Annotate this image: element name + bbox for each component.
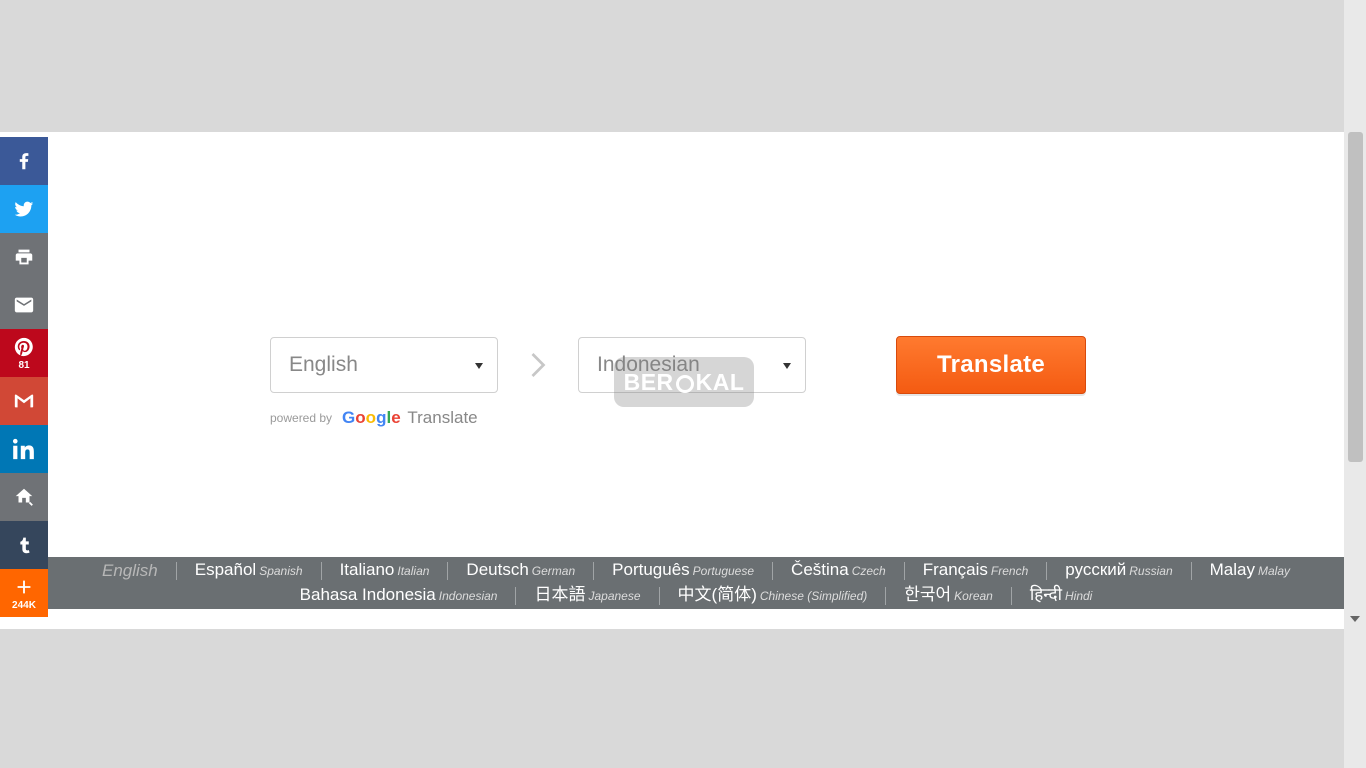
- language-english: Chinese (Simplified): [760, 589, 867, 603]
- scrollbar-thumb[interactable]: [1348, 132, 1363, 462]
- language-english: Indonesian: [439, 589, 498, 603]
- language-english: French: [991, 564, 1028, 578]
- language-english: German: [532, 564, 575, 578]
- scrollbar-down-button[interactable]: [1344, 610, 1366, 628]
- language-english: Portuguese: [693, 564, 754, 578]
- language-native: Français: [923, 560, 988, 579]
- share-linkedin-button[interactable]: [0, 425, 48, 473]
- language-link[interactable]: 한국어Korean: [886, 584, 1011, 607]
- share-tumblr-button[interactable]: [0, 521, 48, 569]
- share-gmail-button[interactable]: [0, 377, 48, 425]
- language-english: Korean: [954, 589, 993, 603]
- translate-button-label: Translate: [937, 351, 1045, 379]
- share-sidebar: 81 244K: [0, 137, 48, 617]
- language-english: Hindi: [1065, 589, 1092, 603]
- linkedin-icon: [13, 438, 35, 460]
- language-link[interactable]: русскийRussian: [1047, 559, 1190, 582]
- language-native: Deutsch: [466, 560, 528, 579]
- language-link[interactable]: 日本語Japanese: [516, 584, 658, 607]
- language-english: Russian: [1129, 564, 1172, 578]
- language-english: Czech: [852, 564, 886, 578]
- language-native: Português: [612, 560, 690, 579]
- language-native: Malay: [1210, 560, 1255, 579]
- language-link[interactable]: Bahasa IndonesiaIndonesian: [282, 584, 516, 607]
- house-click-icon: [13, 486, 35, 508]
- plus-icon: [13, 576, 35, 598]
- direction-arrow-icon: [518, 337, 558, 393]
- language-native: Čeština: [791, 560, 849, 579]
- language-native: English: [102, 561, 158, 580]
- share-pinterest-button[interactable]: 81: [0, 329, 48, 377]
- language-native: Español: [195, 560, 256, 579]
- language-native: Bahasa Indonesia: [300, 585, 436, 604]
- share-email-button[interactable]: [0, 281, 48, 329]
- gmail-icon: [13, 390, 35, 412]
- language-native: हिन्दी: [1030, 585, 1062, 604]
- print-icon: [13, 246, 35, 268]
- google-translate-logo: Google Translate: [342, 408, 478, 428]
- language-english: Spanish: [259, 564, 302, 578]
- language-footer: EnglishEspañolSpanishItalianoItalianDeut…: [48, 557, 1344, 609]
- share-total-count: 244K: [12, 600, 36, 611]
- language-link[interactable]: MalayMalay: [1192, 559, 1308, 582]
- vertical-scrollbar[interactable]: [1344, 0, 1366, 768]
- share-twitter-button[interactable]: [0, 185, 48, 233]
- language-link: English: [84, 560, 176, 582]
- pinterest-icon: [13, 336, 35, 358]
- facebook-icon: [13, 150, 35, 172]
- share-facebook-button[interactable]: [0, 137, 48, 185]
- twitter-icon: [13, 198, 35, 220]
- target-language-value: Indonesian: [597, 353, 700, 377]
- language-native: Italiano: [340, 560, 395, 579]
- language-link[interactable]: 中文(简体)Chinese (Simplified): [660, 584, 886, 607]
- target-language-select[interactable]: Indonesian: [578, 337, 806, 393]
- email-icon: [13, 294, 35, 316]
- powered-by-label: powered by Google Translate: [270, 408, 1344, 428]
- language-link[interactable]: ItalianoItalian: [322, 559, 448, 582]
- language-link[interactable]: हिन्दीHindi: [1012, 584, 1110, 607]
- share-more-button[interactable]: 244K: [0, 569, 48, 617]
- language-link[interactable]: ČeštinaCzech: [773, 559, 904, 582]
- pinterest-count: 81: [18, 360, 29, 371]
- language-link[interactable]: Deutsch German: [448, 559, 593, 582]
- language-english: Malay: [1258, 564, 1290, 578]
- language-native: 한국어: [904, 585, 951, 604]
- translate-button[interactable]: Translate: [896, 336, 1086, 394]
- source-language-value: English: [289, 353, 358, 377]
- language-english: Italian: [397, 564, 429, 578]
- language-link[interactable]: EspañolSpanish: [177, 559, 321, 582]
- share-print-button[interactable]: [0, 233, 48, 281]
- language-native: 中文(简体): [678, 585, 757, 604]
- translator-panel: English Indonesian Translate powered by …: [0, 336, 1344, 428]
- language-link[interactable]: FrançaisFrench: [905, 559, 1047, 582]
- language-english: Japanese: [588, 589, 640, 603]
- language-native: 日本語: [534, 585, 585, 604]
- tumblr-icon: [13, 534, 35, 556]
- content-area: English Indonesian Translate powered by …: [0, 132, 1344, 629]
- share-misc-button[interactable]: [0, 473, 48, 521]
- language-link[interactable]: PortuguêsPortuguese: [594, 559, 772, 582]
- source-language-select[interactable]: English: [270, 337, 498, 393]
- language-native: русский: [1065, 560, 1126, 579]
